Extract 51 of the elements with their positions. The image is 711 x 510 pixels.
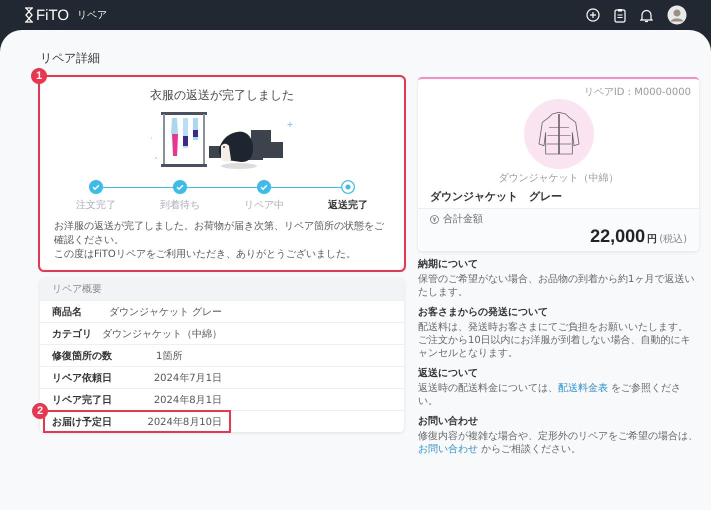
- status-title: 衣服の返送が完了しました: [150, 87, 294, 104]
- row-value: 2024年8月10日: [147, 416, 222, 428]
- info-link[interactable]: 配送料金表: [558, 383, 608, 394]
- price: 22,000: [590, 226, 646, 247]
- info-heading: 納期について: [418, 258, 479, 271]
- info-heading: お客さまからの発送について: [418, 305, 549, 319]
- page-title: リペア詳細: [40, 50, 101, 67]
- row-value: ダウンジャケット グレー: [108, 306, 222, 318]
- currency: 円: [647, 233, 658, 246]
- info-link[interactable]: お問い合わせ: [418, 444, 478, 455]
- row-value: 1箇所: [156, 350, 182, 362]
- info-text: 返送時の配送料金については、配送料金表 をご参照ください。: [418, 382, 682, 408]
- bell-icon[interactable]: [640, 8, 653, 22]
- info-text: 修復内容が複雑な場合や、定形外のリペアをご希望の場合は、: [418, 430, 699, 443]
- row-label: 商品名: [52, 305, 83, 318]
- summary-heading: リペア概要: [40, 278, 404, 300]
- hourglass-logo-icon: [24, 7, 34, 23]
- info-text: 保管のご希望がない場合、お品物の到着から約1ヶ月で返送いたします。: [418, 273, 696, 299]
- row-value: ダウンジャケット（中綿）: [102, 328, 222, 340]
- total-label: 合計金額: [443, 212, 483, 226]
- status-message: お洋服の返送が完了しました。お荷物が届き次第、リペア箇所の状態をご確認ください。: [54, 220, 385, 248]
- repair-id: リペアID : M000-0000: [584, 86, 691, 99]
- row-label: カテゴリ: [52, 328, 93, 340]
- item-name: ダウンジャケット グレー: [430, 189, 562, 204]
- step-label: リペア中: [244, 198, 284, 212]
- item-category: ダウンジャケット（中綿）: [498, 172, 618, 185]
- annotation-badge: 2: [32, 403, 48, 419]
- row-label: リペア完了日: [52, 393, 113, 406]
- step-label: 到着待ち: [160, 198, 200, 212]
- step-label: 注文完了: [76, 198, 116, 212]
- annotation-badge: 1: [31, 68, 47, 84]
- info-text: お問い合わせ からご相談ください。: [418, 443, 582, 456]
- info-text: 配送料は、発送時お客さまにてご負担をお願いいたします。: [418, 321, 689, 334]
- info-heading: お問い合わせ: [418, 414, 479, 428]
- row-value: 2024年7月1日: [154, 372, 222, 384]
- info-text: ご注文から10日以内にお洋服が到着しない場合、自動的にキャンセルとなります。: [418, 334, 692, 360]
- jacket-drawing: [524, 99, 594, 169]
- row-label: お届け予定日: [52, 415, 113, 428]
- row-label: リペア依頼日: [52, 372, 113, 384]
- row-label: 修復箇所の数: [52, 350, 113, 362]
- yen-circle-icon: [430, 214, 439, 224]
- tax-note: (税込): [659, 232, 687, 246]
- avatar-icon[interactable]: [667, 5, 687, 25]
- info-heading: 返送について: [418, 366, 479, 380]
- step-label: 返送完了: [328, 198, 368, 212]
- status-message: この度はFiTOリペアをご利用いただき、ありがとうございました。: [54, 248, 357, 262]
- clipboard-icon[interactable]: [614, 8, 626, 22]
- add-icon[interactable]: [586, 8, 600, 22]
- row-value: 2024年8月1日: [154, 394, 222, 406]
- logo-text: FiTO: [36, 6, 70, 24]
- service-name: リペア: [77, 9, 108, 22]
